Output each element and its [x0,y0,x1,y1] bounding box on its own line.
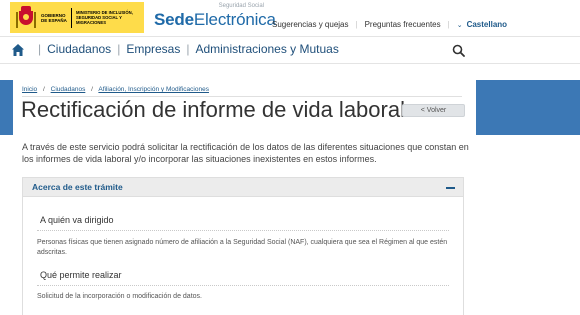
nav-divider: | [117,42,121,56]
nav-divider: | [186,42,190,56]
decorative-band-right [476,80,580,135]
decorative-band-left [0,80,13,135]
faq-link[interactable]: Preguntas frecuentes [365,20,441,29]
section-title-dirigido: A quién va dirigido [40,215,114,225]
home-icon[interactable] [11,43,25,57]
nav-divider: | [38,42,42,56]
sede-title: SedeElectrónica [154,10,276,30]
collapse-icon[interactable] [446,187,455,189]
logo-divider [71,7,72,28]
page-title: Rectificación de informe de vida laboral [21,97,405,122]
accordion-header[interactable]: Acerca de este trámite [22,177,464,197]
breadcrumb-afiliacion[interactable]: Afiliación, Inscripción y Modificaciones [98,86,209,93]
section-text-dirigido: Personas físicas que tienen asignado núm… [37,239,448,256]
sede-electronica-logo[interactable]: Seguridad Social SedeElectrónica [154,2,276,34]
sede-subtitle: Seguridad Social [218,3,264,9]
site-header: GOBIERNO DE ESPAÑA MINISTERIO DE INCLUSI… [0,0,580,36]
section-title-permite: Qué permite realizar [40,270,122,280]
breadcrumb-separator: / [43,86,45,93]
sede-title-light: Electrónica [193,10,276,29]
search-icon[interactable] [452,44,465,57]
top-links-divider: | [355,20,358,29]
sede-title-bold: Sede [154,10,194,29]
top-links-divider: | [447,20,450,29]
top-links: Sugerencias y quejas | Preguntas frecuen… [272,20,507,29]
main-nav: | Ciudadanos | Empresas | Administracion… [0,36,580,64]
nav-item-administraciones[interactable]: Administraciones y Mutuas [195,42,338,56]
section-divider [37,230,449,231]
ministry-label: MINISTERIO DE INCLUSIÓN, SEGURIDAD SOCIA… [76,10,133,25]
section-text-permite: Solicitud de la incorporación o modifica… [37,293,202,300]
nav-item-empresas[interactable]: Empresas [126,42,180,56]
suggestions-link[interactable]: Sugerencias y quejas [272,20,349,29]
nav-items: | Ciudadanos | Empresas | Administracion… [32,42,339,56]
language-selector[interactable]: Castellano [467,20,507,29]
breadcrumb-separator: / [91,86,93,93]
back-button[interactable]: < Volver [402,104,465,117]
accordion-title: Acerca de este trámite [32,182,123,192]
breadcrumb-inicio[interactable]: Inicio [22,86,37,93]
intro-text: A través de este servicio podrá solicita… [22,142,469,164]
breadcrumb-ciudadanos[interactable]: Ciudadanos [51,86,86,93]
breadcrumb: Inicio / Ciudadanos / Afiliación, Inscri… [22,86,209,93]
government-label: GOBIERNO DE ESPAÑA [41,12,67,23]
coat-of-arms-icon [16,5,36,30]
section-divider [37,285,449,286]
chevron-down-icon[interactable]: ⌄ [457,21,463,29]
nav-item-ciudadanos[interactable]: Ciudadanos [47,42,111,56]
government-logo[interactable]: GOBIERNO DE ESPAÑA MINISTERIO DE INCLUSI… [10,2,144,33]
